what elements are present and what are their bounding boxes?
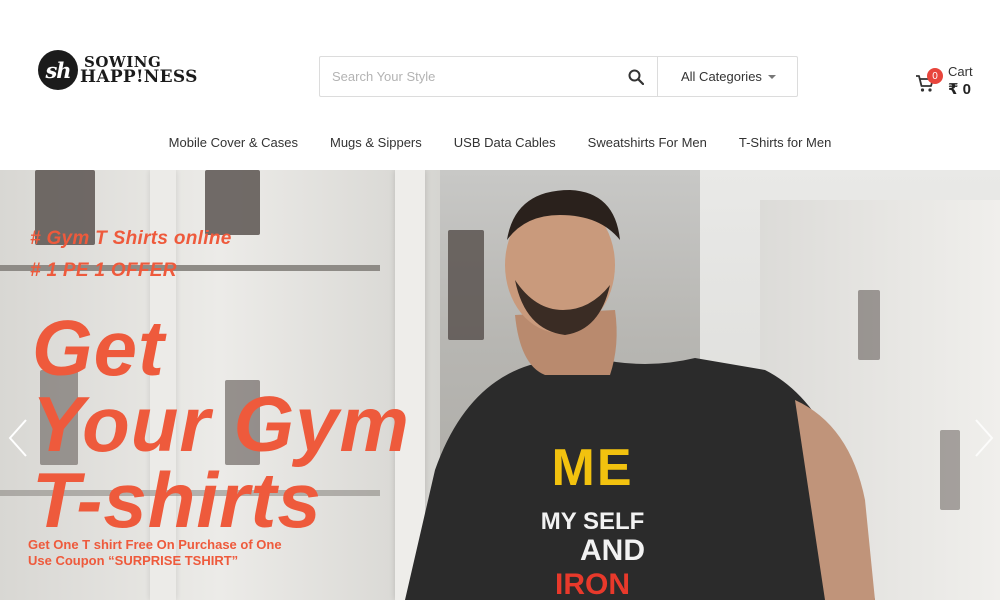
brand-logo[interactable]: sh SOWING HAPP!NESS (38, 50, 198, 90)
cart-label: Cart (948, 64, 973, 79)
nav-item-mobile-covers[interactable]: Mobile Cover & Cases (169, 135, 298, 159)
cart-button[interactable]: 0 Cart ₹ 0 (915, 64, 985, 100)
cart-count-badge: 0 (927, 68, 943, 84)
logo-line-2: HAPP!NESS (80, 67, 198, 88)
slider-prev-button[interactable] (6, 418, 30, 458)
hero-headline-line-1: Get (32, 304, 166, 392)
caret-down-icon (767, 74, 776, 79)
hero-headline-line-2: Your Gym (32, 380, 410, 468)
building-window (205, 170, 260, 235)
category-selected-label: All Categories (681, 69, 762, 84)
chevron-right-icon (975, 419, 994, 457)
shirt-print-myself: MY SELF (540, 508, 645, 535)
hero-offer-text: Get One T shirt Free On Purchase of One (28, 537, 282, 552)
chevron-left-icon (8, 419, 27, 457)
cart-total: ₹ 0 (948, 81, 971, 98)
nav-item-usb-cables[interactable]: USB Data Cables (454, 135, 556, 159)
hero-tag-2: # 1 PE 1 OFFER (30, 260, 177, 281)
hero-headline-line-3: T-shirts (32, 456, 322, 544)
nav-item-mugs[interactable]: Mugs & Sippers (330, 135, 422, 159)
logo-wordmark: SOWING HAPP!NESS (80, 54, 198, 88)
nav-item-tshirts[interactable]: T-Shirts for Men (739, 135, 831, 159)
hero-headline: Get Your Gym T-shirts (32, 304, 410, 544)
search-input[interactable] (320, 57, 615, 96)
slider-next-button[interactable] (972, 418, 996, 458)
nav-item-sweatshirts[interactable]: Sweatshirts For Men (588, 135, 707, 159)
hero-banner[interactable]: ME MY SELF AND IRON # Gym T Shirts onlin… (0, 170, 1000, 600)
category-select[interactable]: All Categories (657, 57, 798, 96)
hero-coupon-text: Use Coupon “SURPRISE TSHIRT” (28, 553, 239, 568)
shirt-print-me: ME (551, 439, 634, 497)
building-window (940, 430, 960, 510)
search-bar: All Categories (319, 56, 798, 97)
search-button[interactable] (615, 57, 657, 96)
hero-tag-1: # Gym T Shirts online (30, 228, 232, 249)
site-header: sh SOWING HAPP!NESS All Categories 0 Car… (0, 0, 1000, 170)
shirt-print-and: AND (580, 534, 645, 567)
shirt-print-iron: IRON (555, 568, 630, 600)
search-icon (628, 69, 644, 85)
main-nav: Mobile Cover & Cases Mugs & Sippers USB … (0, 135, 1000, 159)
logo-mark: sh (38, 50, 78, 90)
